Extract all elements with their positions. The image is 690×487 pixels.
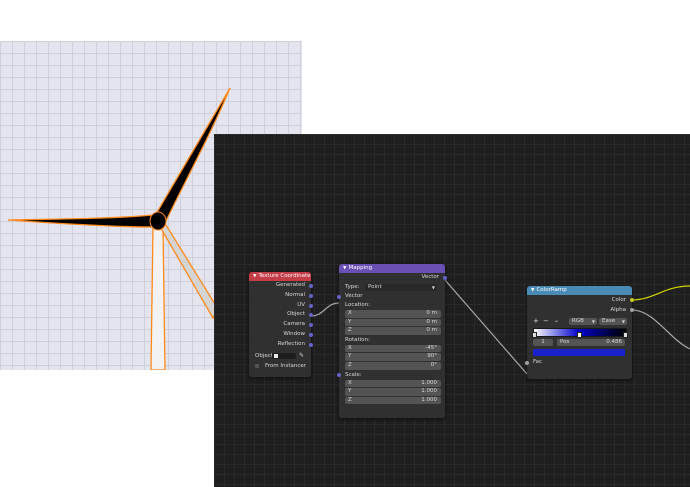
scale-y-field[interactable]: Y 1.000 <box>345 388 441 396</box>
scale-section: Scale: <box>337 371 445 379</box>
link-color-out <box>631 285 690 301</box>
texture-coordinate-header[interactable]: ▼ Texture Coordinate <box>249 272 311 281</box>
socket-row-camera: Camera <box>249 320 313 330</box>
object-picker-field[interactable] <box>272 352 296 359</box>
socket-row-generated: Generated <box>249 281 313 291</box>
shader-node-editor[interactable]: ▼ Texture Coordinate Generated Normal UV … <box>214 134 690 487</box>
socket-row-alpha: Alpha <box>527 305 634 315</box>
color-ramp-bar-row <box>527 327 632 338</box>
colorramp-toolbar: + − ⌄ RGB ▼ Ease ▼ <box>527 316 632 327</box>
from-instancer-checkbox[interactable] <box>255 363 259 368</box>
output-socket-color[interactable] <box>630 298 634 302</box>
collapse-triangle-icon[interactable]: ▼ <box>253 274 256 279</box>
socket-row-vector-in: Vector <box>337 292 445 301</box>
object-cube-icon <box>274 353 278 358</box>
location-y-field[interactable]: Y0 m <box>345 318 441 327</box>
input-socket-scale[interactable] <box>337 372 341 377</box>
input-socket-vector[interactable] <box>337 295 341 299</box>
collapse-triangle-icon[interactable]: ▼ <box>531 288 534 293</box>
eyedropper-icon[interactable]: ✎ <box>299 351 304 361</box>
add-stop-button[interactable]: + <box>533 317 539 325</box>
colorramp-node[interactable]: ▼ ColorRamp Color Alpha + − ⌄ RGB ▼ Ease ▼ … <box>525 286 634 379</box>
location-section: Location: <box>345 302 371 308</box>
input-socket-fac[interactable] <box>525 361 529 365</box>
turbine-tower <box>150 225 166 370</box>
output-socket-generated[interactable] <box>309 284 313 288</box>
chevron-down-icon[interactable]: ⌄ <box>554 317 559 324</box>
output-socket-reflection[interactable] <box>309 342 313 347</box>
scale-z-field[interactable]: Z 1.000 <box>345 396 441 405</box>
socket-row-reflection: Reflection <box>249 340 313 350</box>
output-socket-window[interactable] <box>309 332 313 337</box>
texture-coordinate-node[interactable]: ▼ Texture Coordinate Generated Normal UV … <box>249 272 313 377</box>
socket-row-window: Window <box>249 330 313 340</box>
location-z-field[interactable]: Z0 m <box>345 327 441 335</box>
stop-position-row: 1 Pos 0.486 <box>527 338 632 348</box>
mapping-node[interactable]: ▼ Mapping Vector Type: Point ▼ Vector Loca… <box>337 264 447 418</box>
stop-index-field[interactable]: 1 <box>533 339 553 346</box>
rotation-y-field[interactable]: Y 90° <box>345 353 441 361</box>
output-socket-alpha[interactable] <box>630 308 634 312</box>
output-socket-vector[interactable] <box>443 276 447 280</box>
scale-x-field[interactable]: X 1.000 <box>345 379 441 388</box>
turbine-hub <box>149 211 167 231</box>
chevron-down-icon: ▼ <box>591 319 595 324</box>
socket-row-color: Color <box>527 295 634 305</box>
link-alpha-out <box>631 309 690 350</box>
from-instancer-row: From Instancer <box>249 361 311 371</box>
turbine-blade-lower <box>157 224 219 320</box>
link-vector-to-fac <box>444 279 528 375</box>
object-picker-row: Object: ✎ <box>255 351 305 361</box>
socket-row-fac: Fac <box>525 358 632 367</box>
rotation-z-field[interactable]: Z 0° <box>345 361 441 370</box>
mapping-type-row: Type: Point ▼ <box>345 283 437 291</box>
remove-stop-button[interactable]: − <box>543 317 549 325</box>
socket-row-object: Object <box>249 310 313 320</box>
stop-color-swatch[interactable] <box>533 349 625 356</box>
output-socket-uv[interactable] <box>309 303 313 308</box>
socket-row-vector-out: Vector <box>339 273 447 282</box>
color-mode-dropdown[interactable]: RGB ▼ <box>569 318 597 325</box>
rotation-x-field[interactable]: X -45° <box>345 344 441 353</box>
chevron-down-icon: ▼ <box>621 319 625 324</box>
colorramp-header[interactable]: ▼ ColorRamp <box>527 286 632 295</box>
stop-position-field[interactable]: Pos 0.486 <box>557 339 625 346</box>
interpolation-dropdown[interactable]: Ease ▼ <box>599 318 627 325</box>
stop-color-row <box>527 348 632 357</box>
collapse-triangle-icon[interactable]: ▼ <box>343 266 346 271</box>
location-x-field[interactable]: X0 m <box>345 310 441 318</box>
mapping-header[interactable]: ▼ Mapping <box>339 264 445 273</box>
socket-row-normal: Normal <box>249 291 313 301</box>
link-object-to-vector <box>310 302 340 317</box>
turbine-blade-left <box>7 214 156 228</box>
chevron-down-icon: ▼ <box>431 284 435 290</box>
mapping-type-dropdown[interactable]: Point ▼ <box>365 283 437 291</box>
socket-row-uv: UV <box>249 301 313 311</box>
output-socket-normal[interactable] <box>309 293 313 298</box>
rotation-section: Rotation: <box>345 336 370 343</box>
